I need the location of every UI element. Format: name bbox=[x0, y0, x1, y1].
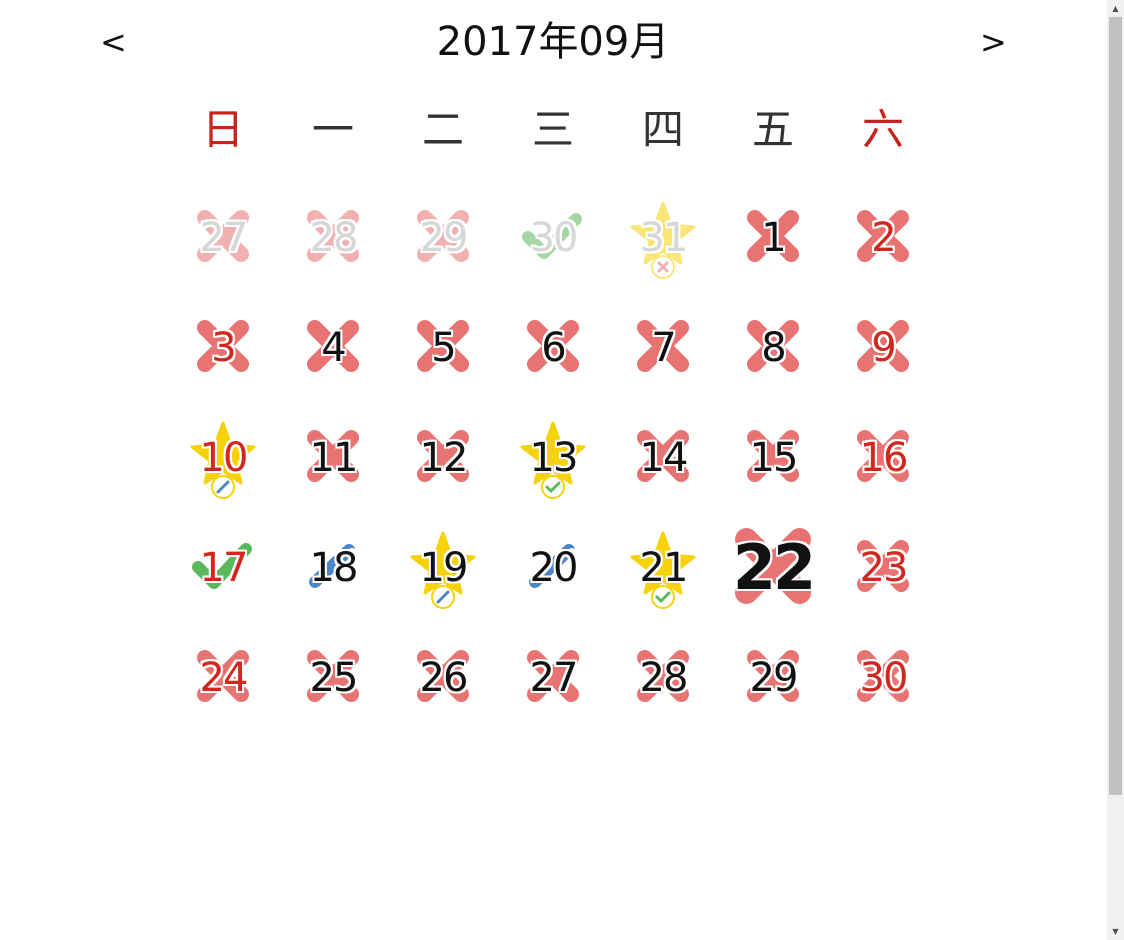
day-number: 12 bbox=[419, 435, 469, 481]
weekday-mon: 一 bbox=[311, 105, 354, 154]
weekday-fri: 五 bbox=[751, 105, 794, 154]
day-number: 27 bbox=[529, 655, 579, 701]
day-number: 2 bbox=[871, 215, 896, 261]
day-number: 19 bbox=[419, 545, 469, 591]
calendar-page: < 2017年09月 > 日 一 二 三 四 五 六 27 28 29 30 31 1 2 3… bbox=[0, 0, 1124, 940]
day-number: 3 bbox=[211, 325, 236, 371]
day-number: 29 bbox=[749, 655, 799, 701]
day-cell[interactable]: 25 bbox=[278, 623, 388, 733]
day-number: 28 bbox=[309, 215, 359, 261]
month-title: 2017年09月 bbox=[436, 19, 670, 65]
day-cell[interactable]: 18 bbox=[278, 513, 388, 623]
day-cell[interactable]: 16 bbox=[828, 403, 938, 513]
weekday-sun: 日 bbox=[201, 105, 244, 154]
day-number: 5 bbox=[431, 325, 456, 371]
day-cell[interactable]: 5 bbox=[388, 293, 498, 403]
day-cell[interactable]: 19 bbox=[388, 513, 498, 623]
scroll-up-arrow-icon[interactable]: ▲ bbox=[1107, 0, 1124, 17]
day-number: 18 bbox=[309, 545, 359, 591]
day-cell[interactable]: 20 bbox=[498, 513, 608, 623]
day-cell[interactable]: 30 bbox=[828, 623, 938, 733]
day-number: 29 bbox=[419, 215, 469, 261]
day-number: 22 bbox=[732, 531, 816, 604]
day-number: 16 bbox=[859, 435, 909, 481]
day-cell-other-month[interactable]: 28 bbox=[278, 183, 388, 293]
day-cell[interactable]: 2 bbox=[828, 183, 938, 293]
day-number: 21 bbox=[639, 545, 689, 591]
day-cell[interactable]: 21 bbox=[608, 513, 718, 623]
day-number: 23 bbox=[859, 545, 909, 591]
day-number: 13 bbox=[529, 435, 579, 481]
day-number: 20 bbox=[529, 545, 579, 591]
day-number: 25 bbox=[309, 655, 359, 701]
day-cell-other-month[interactable]: 30 bbox=[498, 183, 608, 293]
day-cell[interactable]: 26 bbox=[388, 623, 498, 733]
day-cell[interactable]: 15 bbox=[718, 403, 828, 513]
scroll-thumb[interactable] bbox=[1109, 17, 1122, 795]
day-cell[interactable]: 27 bbox=[498, 623, 608, 733]
day-cell[interactable]: 24 bbox=[168, 623, 278, 733]
day-number: 1 bbox=[761, 215, 786, 261]
day-number: 31 bbox=[639, 215, 689, 261]
day-cell[interactable]: 7 bbox=[608, 293, 718, 403]
day-number: 11 bbox=[309, 435, 359, 481]
day-cell[interactable]: 12 bbox=[388, 403, 498, 513]
weekday-header-row: 日 一 二 三 四 五 六 bbox=[168, 102, 938, 162]
day-cell-other-month[interactable]: 29 bbox=[388, 183, 498, 293]
day-number: 30 bbox=[529, 215, 579, 261]
next-month-button[interactable]: > bbox=[980, 18, 1007, 66]
day-cell[interactable]: 6 bbox=[498, 293, 608, 403]
day-number: 9 bbox=[871, 325, 896, 371]
day-cell[interactable]: 23 bbox=[828, 513, 938, 623]
day-number: 14 bbox=[639, 435, 689, 481]
day-number: 8 bbox=[761, 325, 786, 371]
day-number: 30 bbox=[859, 655, 909, 701]
day-cell[interactable]: 14 bbox=[608, 403, 718, 513]
day-number: 15 bbox=[749, 435, 799, 481]
weekday-thu: 四 bbox=[641, 105, 684, 154]
day-number: 10 bbox=[199, 435, 249, 481]
day-cell-other-month[interactable]: 31 bbox=[608, 183, 718, 293]
calendar-header: < 2017年09月 > bbox=[0, 0, 1106, 88]
day-cell[interactable]: 10 bbox=[168, 403, 278, 513]
day-cell[interactable]: 1 bbox=[718, 183, 828, 293]
day-cell[interactable]: 9 bbox=[828, 293, 938, 403]
day-cell[interactable]: 4 bbox=[278, 293, 388, 403]
day-number: 28 bbox=[639, 655, 689, 701]
vertical-scrollbar[interactable]: ▲ ▼ bbox=[1107, 0, 1124, 940]
weekday-wed: 三 bbox=[531, 105, 574, 154]
day-cell[interactable]: 8 bbox=[718, 293, 828, 403]
weekday-sat: 六 bbox=[861, 105, 904, 154]
day-cell[interactable]: 13 bbox=[498, 403, 608, 513]
day-cell[interactable]: 29 bbox=[718, 623, 828, 733]
day-number: 4 bbox=[321, 325, 346, 371]
day-number: 24 bbox=[199, 655, 249, 701]
day-number: 6 bbox=[541, 325, 566, 371]
day-number: 7 bbox=[651, 325, 676, 371]
day-cell[interactable]: 28 bbox=[608, 623, 718, 733]
day-number: 26 bbox=[419, 655, 469, 701]
scroll-down-arrow-icon[interactable]: ▼ bbox=[1107, 923, 1124, 940]
day-cell-other-month[interactable]: 27 bbox=[168, 183, 278, 293]
weekday-tue: 二 bbox=[421, 105, 464, 154]
day-cell[interactable]: 11 bbox=[278, 403, 388, 513]
calendar-day-grid: 27 28 29 30 31 1 2 3 4 5 6 7 8 9 10 11 12 13 14 15 16 17 18 19 2… bbox=[168, 183, 938, 733]
day-cell-today[interactable]: 22 bbox=[718, 513, 828, 623]
day-number: 27 bbox=[199, 215, 249, 261]
day-cell[interactable]: 3 bbox=[168, 293, 278, 403]
day-number: 17 bbox=[199, 545, 249, 591]
day-cell[interactable]: 17 bbox=[168, 513, 278, 623]
